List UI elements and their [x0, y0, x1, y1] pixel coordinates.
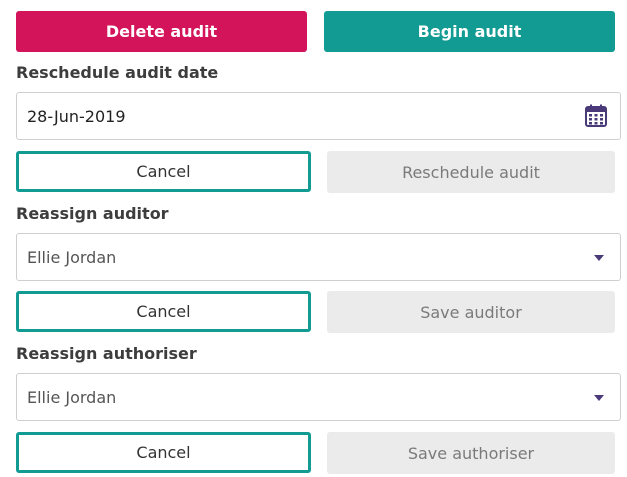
- auditor-select[interactable]: Ellie Jordan: [16, 233, 621, 281]
- reschedule-date-value: 28-Jun-2019: [27, 106, 126, 126]
- reassign-auditor-label: Reassign auditor: [16, 204, 169, 223]
- save-auditor-button[interactable]: Save auditor: [327, 291, 615, 333]
- auditor-cancel-button[interactable]: Cancel: [16, 291, 311, 332]
- save-authoriser-button[interactable]: Save authoriser: [327, 432, 615, 474]
- reschedule-cancel-button[interactable]: Cancel: [16, 151, 311, 192]
- auditor-selected-value: Ellie Jordan: [27, 247, 117, 267]
- reschedule-audit-button[interactable]: Reschedule audit: [327, 151, 615, 193]
- reschedule-date-field[interactable]: 28-Jun-2019: [16, 92, 621, 140]
- authoriser-cancel-button[interactable]: Cancel: [16, 432, 311, 473]
- calendar-icon[interactable]: [584, 104, 608, 128]
- begin-audit-button[interactable]: Begin audit: [324, 11, 615, 52]
- authoriser-select[interactable]: Ellie Jordan: [16, 373, 621, 421]
- chevron-down-icon: [594, 255, 604, 261]
- reschedule-date-label: Reschedule audit date: [16, 63, 219, 82]
- authoriser-selected-value: Ellie Jordan: [27, 387, 117, 407]
- chevron-down-icon: [594, 395, 604, 401]
- reassign-authoriser-label: Reassign authoriser: [16, 344, 197, 363]
- delete-audit-button[interactable]: Delete audit: [16, 11, 307, 52]
